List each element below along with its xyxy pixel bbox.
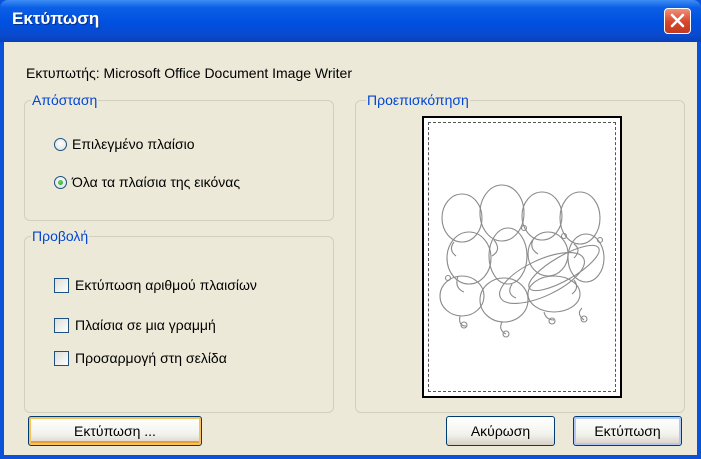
radio-all-frames-indicator[interactable]: [54, 175, 67, 189]
checkbox-fit-to-page-label: Προσαρμογή στη σελίδα: [75, 350, 227, 366]
checkbox-print-frame-numbers[interactable]: Εκτύπωση αριθμού πλαισίων: [54, 277, 257, 293]
distance-group: Απόσταση Επιλεγμένο πλαίσιο Όλα τα πλαίσ…: [24, 92, 334, 221]
checkbox-frames-one-line-box[interactable]: [54, 317, 69, 333]
radio-all-frames-label: Όλα τα πλαίσια της εικόνας: [72, 174, 241, 190]
preview-drawing: [439, 184, 605, 338]
radio-all-frames[interactable]: Όλα τα πλαίσια της εικόνας: [54, 174, 240, 190]
print-dialog: Εκτύπωση Εκτυπωτής: Microsoft Office Doc…: [0, 0, 701, 459]
radio-selected-frame-label: Επιλεγμένο πλαίσιο: [72, 136, 195, 152]
checkbox-print-frame-numbers-box[interactable]: [54, 277, 69, 293]
checkbox-print-frame-numbers-label: Εκτύπωση αριθμού πλαισίων: [75, 277, 257, 293]
radio-selected-frame[interactable]: Επιλεγμένο πλαίσιο: [54, 136, 195, 152]
window-title: Εκτύπωση: [12, 9, 100, 28]
dialog-body: Εκτυπωτής: Microsoft Office Document Ima…: [4, 42, 697, 455]
checkbox-fit-to-page[interactable]: Προσαρμογή στη σελίδα: [54, 350, 227, 366]
view-group-title: Προβολή: [31, 228, 90, 244]
close-button[interactable]: [664, 8, 691, 34]
preview-group-title: Προεπισκόπηση: [366, 92, 470, 108]
print-dialog-button[interactable]: Εκτύπωση ...: [28, 416, 202, 446]
close-icon: [670, 13, 685, 28]
print-button[interactable]: Εκτύπωση: [573, 416, 682, 446]
checkbox-frames-one-line-label: Πλαίσια σε μια γραμμή: [75, 317, 216, 333]
printer-label: Εκτυπωτής: Microsoft Office Document Ima…: [26, 65, 353, 81]
distance-group-title: Απόσταση: [31, 92, 99, 108]
checkbox-fit-to-page-box[interactable]: [54, 350, 69, 366]
view-group: Προβολή Εκτύπωση αριθμού πλαισίων Πλαίσι…: [24, 228, 334, 413]
radio-selected-frame-indicator[interactable]: [54, 137, 67, 151]
preview-page: [422, 116, 622, 398]
title-bar[interactable]: Εκτύπωση: [0, 0, 701, 42]
checkbox-frames-one-line[interactable]: Πλαίσια σε μια γραμμή: [54, 317, 216, 333]
cancel-button[interactable]: Ακύρωση: [446, 416, 555, 446]
